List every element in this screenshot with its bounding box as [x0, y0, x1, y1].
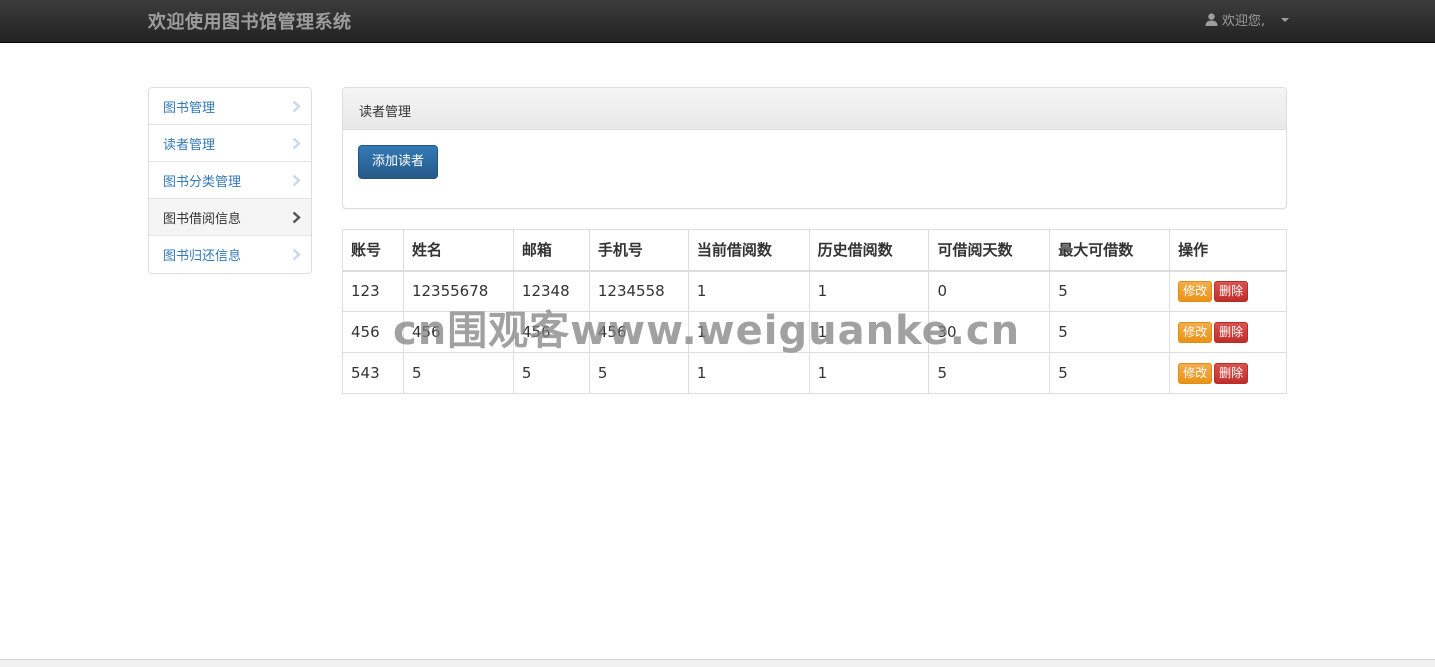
reader-management-panel: 读者管理 添加读者 [342, 87, 1287, 209]
chevron-right-icon [292, 248, 301, 261]
column-header: 当前借阅数 [687, 229, 810, 272]
table-cell: 1 [808, 311, 930, 353]
edit-button[interactable]: 修改 [1178, 280, 1213, 302]
table-cell: 5 [1049, 270, 1171, 312]
sidebar-item-label: 图书归还信息 [163, 249, 242, 264]
table-row: 123 12355678 12348 1234558 1 1 0 5 修改 删除 [342, 270, 1287, 312]
column-header: 操作 [1169, 229, 1287, 272]
sidebar-item-label: 图书管理 [163, 100, 216, 116]
column-header: 邮箱 [512, 229, 590, 272]
column-header: 账号 [342, 229, 404, 272]
delete-button[interactable]: 删除 [1214, 280, 1249, 302]
table-cell: 1 [808, 270, 930, 312]
sidebar: 图书管理 读者管理 图书分类管理 图书借阅信息 图书归还信息 [148, 87, 312, 274]
table-cell: 1 [687, 311, 810, 353]
sidebar-item-books[interactable]: 图书管理 [149, 88, 311, 125]
edit-button[interactable]: 修改 [1178, 362, 1213, 384]
table-cell: 5 [402, 352, 514, 394]
bottom-scrollbar[interactable] [0, 659, 1435, 667]
user-icon [1205, 13, 1218, 26]
column-header: 可借阅天数 [928, 229, 1051, 272]
add-reader-button[interactable]: 添加读者 [358, 145, 439, 179]
column-header: 手机号 [588, 229, 689, 272]
sidebar-item-label: 图书借阅信息 [163, 211, 242, 227]
sidebar-item-return-info[interactable]: 图书归还信息 [149, 236, 311, 273]
user-menu[interactable]: 欢迎您, [1205, 10, 1289, 29]
table-cell: 30 [928, 311, 1051, 353]
table-cell: 123 [342, 270, 404, 312]
sidebar-item-categories[interactable]: 图书分类管理 [149, 162, 311, 199]
table-cell: 456 [402, 311, 514, 353]
top-navbar: 欢迎使用图书馆管理系统 欢迎您, [0, 0, 1435, 43]
sidebar-item-borrow-info[interactable]: 图书借阅信息 [149, 199, 311, 236]
table-cell: 456 [342, 311, 404, 353]
actions-cell: 修改 删除 [1169, 270, 1287, 312]
table-header-row: 账号 姓名 邮箱 手机号 当前借阅数 历史借阅数 可借阅天数 最大可借数 操作 [342, 229, 1287, 272]
app-title[interactable]: 欢迎使用图书馆管理系统 [148, 8, 352, 34]
table-cell: 1 [687, 352, 810, 394]
sidebar-item-label: 图书分类管理 [163, 174, 242, 190]
chevron-right-icon [292, 100, 301, 112]
table-cell: 456 [512, 311, 590, 353]
sidebar-item-label: 读者管理 [163, 137, 216, 153]
table-cell: 0 [928, 270, 1051, 312]
table-cell: 5 [512, 352, 590, 394]
table-cell: 5 [1049, 311, 1171, 353]
chevron-right-icon [292, 211, 301, 223]
table-cell: 5 [588, 352, 689, 394]
reader-table: 账号 姓名 邮箱 手机号 当前借阅数 历史借阅数 可借阅天数 最大可借数 操作 … [342, 229, 1287, 394]
sidebar-item-readers[interactable]: 读者管理 [149, 125, 311, 162]
table-row: 543 5 5 5 1 1 5 5 修改 删除 [342, 352, 1287, 394]
edit-button[interactable]: 修改 [1178, 321, 1213, 343]
table-cell: 1 [687, 270, 810, 312]
table-row: 456 456 456 456 1 1 30 5 修改 删除 [342, 311, 1287, 353]
actions-cell: 修改 删除 [1169, 352, 1287, 394]
table-cell: 5 [1049, 352, 1171, 394]
actions-cell: 修改 删除 [1169, 311, 1287, 353]
column-header: 姓名 [402, 229, 514, 272]
delete-button[interactable]: 删除 [1214, 321, 1249, 343]
table-cell: 456 [588, 311, 689, 353]
table-cell: 5 [928, 352, 1051, 394]
table-cell: 12348 [512, 270, 590, 312]
chevron-right-icon [292, 174, 301, 186]
column-header: 最大可借数 [1049, 229, 1171, 272]
column-header: 历史借阅数 [808, 229, 930, 272]
panel-title: 读者管理 [343, 88, 1286, 130]
delete-button[interactable]: 删除 [1214, 362, 1249, 384]
welcome-text: 欢迎您, [1221, 14, 1265, 29]
table-cell: 1234558 [588, 270, 689, 312]
table-cell: 543 [342, 352, 404, 394]
chevron-right-icon [292, 137, 301, 149]
caret-down-icon[interactable] [1281, 17, 1289, 22]
table-cell: 1 [808, 352, 930, 394]
table-cell: 12355678 [402, 270, 514, 312]
